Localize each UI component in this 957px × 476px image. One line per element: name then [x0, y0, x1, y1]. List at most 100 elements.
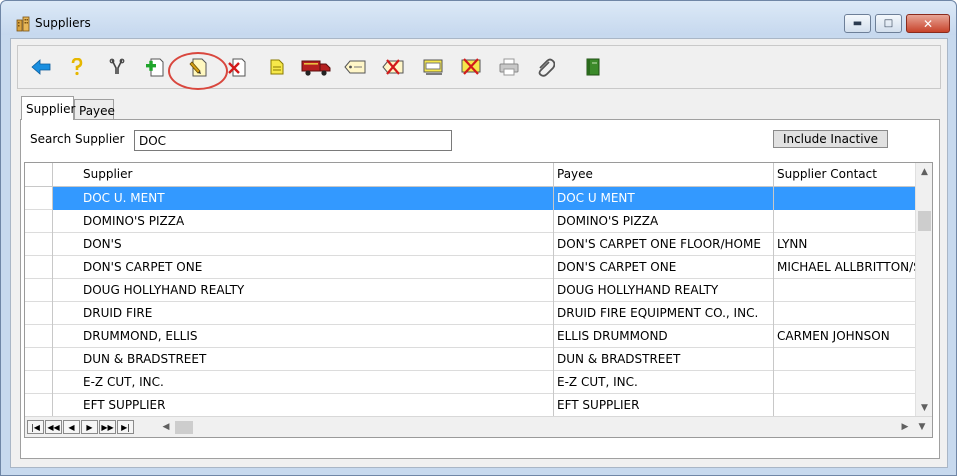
nav-next-page-button[interactable]: ▶▶ [99, 420, 116, 434]
row-indicator[interactable] [25, 279, 53, 302]
table-row[interactable]: DRUID FIRE DRUID FIRE EQUIPMENT CO., INC. [25, 302, 915, 325]
cell-payee[interactable]: DOMINO'S PIZZA [554, 210, 774, 233]
scroll-thumb[interactable] [918, 211, 931, 231]
back-button[interactable] [28, 54, 54, 80]
label-button[interactable] [420, 54, 446, 80]
scroll-down-small-icon[interactable]: ▼ [915, 420, 929, 434]
maximize-button[interactable]: □ [875, 14, 902, 33]
cell-payee[interactable]: DRUID FIRE EQUIPMENT CO., INC. [554, 302, 774, 325]
add-supplier-button[interactable] [142, 54, 168, 80]
row-indicator[interactable] [25, 371, 53, 394]
book-icon [586, 58, 600, 76]
delete-supplier-button[interactable] [224, 54, 250, 80]
row-indicator-header [25, 163, 53, 186]
attachment-button[interactable] [532, 54, 558, 80]
row-indicator[interactable] [25, 348, 53, 371]
cell-supplier[interactable]: DRUID FIRE [53, 302, 554, 325]
nav-next-button[interactable]: ▶ [81, 420, 98, 434]
help-button[interactable] [64, 54, 90, 80]
tag-icon [344, 60, 366, 74]
book-button[interactable] [580, 54, 606, 80]
nav-prev-button[interactable]: ◀ [63, 420, 80, 434]
cell-supplier-contact[interactable] [774, 348, 915, 371]
tag-button[interactable] [342, 54, 368, 80]
cell-supplier-contact[interactable] [774, 394, 915, 417]
tools-button[interactable] [104, 54, 130, 80]
nav-prev-page-button[interactable]: ◀◀ [45, 420, 62, 434]
cell-payee[interactable]: ELLIS DRUMMOND [554, 325, 774, 348]
cell-payee[interactable]: DON'S CARPET ONE FLOOR/HOME [554, 233, 774, 256]
cell-supplier[interactable]: DOC U. MENT [53, 187, 554, 210]
cell-supplier-contact[interactable]: CARMEN JOHNSON [774, 325, 915, 348]
row-indicator[interactable] [25, 187, 53, 210]
column-header-payee[interactable]: Payee [554, 163, 774, 186]
window-title: Suppliers [35, 16, 91, 30]
cell-supplier[interactable]: E-Z CUT, INC. [53, 371, 554, 394]
table-row[interactable]: DON'S CARPET ONE DON'S CARPET ONE MICHAEL … [25, 256, 915, 279]
table-row[interactable]: DRUMMOND, ELLIS ELLIS DRUMMOND CARMEN JOHN… [25, 325, 915, 348]
grid-rows: DOC U. MENT DOC U MENT DOMINO'S PIZZA DOMIN… [25, 187, 915, 417]
table-row[interactable]: DOC U. MENT DOC U MENT [25, 187, 915, 210]
table-row[interactable]: DOUG HOLLYHAND REALTY DOUG HOLLYHAND REAL… [25, 279, 915, 302]
table-row[interactable]: DUN & BRADSTREET DUN & BRADSTREET [25, 348, 915, 371]
cell-supplier[interactable]: DON'S CARPET ONE [53, 256, 554, 279]
column-header-supplier[interactable]: Supplier [53, 163, 554, 186]
cell-supplier[interactable]: DOUG HOLLYHAND REALTY [53, 279, 554, 302]
table-row[interactable]: EFT SUPPLIER EFT SUPPLIER [25, 394, 915, 417]
cell-supplier-contact[interactable]: MICHAEL ALLBRITTON/ST [774, 256, 915, 279]
row-indicator[interactable] [25, 394, 53, 417]
cell-payee[interactable]: EFT SUPPLIER [554, 394, 774, 417]
row-indicator[interactable] [25, 256, 53, 279]
truck-button[interactable] [300, 54, 332, 80]
print-button[interactable] [496, 54, 522, 80]
cell-supplier[interactable]: DRUMMOND, ELLIS [53, 325, 554, 348]
last-record-icon: ▶| [121, 422, 130, 432]
include-inactive-button[interactable]: Include Inactive [773, 130, 888, 148]
cell-supplier[interactable]: DOMINO'S PIZZA [53, 210, 554, 233]
column-header-supplier-contact[interactable]: Supplier Contact [774, 163, 915, 186]
close-icon: ✕ [922, 16, 934, 31]
cell-supplier[interactable]: DON'S [53, 233, 554, 256]
help-icon [71, 58, 83, 76]
cell-payee[interactable]: E-Z CUT, INC. [554, 371, 774, 394]
cell-payee[interactable]: DOUG HOLLYHAND REALTY [554, 279, 774, 302]
scroll-left-icon[interactable]: ◀ [159, 420, 173, 434]
nav-last-button[interactable]: ▶| [117, 420, 134, 434]
remove-label-button[interactable] [458, 54, 484, 80]
cell-supplier-contact[interactable] [774, 210, 915, 233]
close-button[interactable]: ✕ [906, 14, 950, 33]
cell-supplier-contact[interactable] [774, 279, 915, 302]
cell-supplier-contact[interactable]: LYNN [774, 233, 915, 256]
row-indicator[interactable] [25, 233, 53, 256]
note-button[interactable] [264, 54, 290, 80]
nav-first-button[interactable]: |◀ [27, 420, 44, 434]
tab-supplier[interactable]: Supplier [21, 96, 75, 120]
cell-supplier-contact[interactable] [774, 371, 915, 394]
cell-payee[interactable]: DOC U MENT [554, 187, 774, 210]
scroll-down-icon[interactable]: ▼ [916, 399, 932, 416]
scroll-right-icon[interactable]: ▶ [898, 420, 912, 434]
cell-payee[interactable]: DON'S CARPET ONE [554, 256, 774, 279]
cell-supplier[interactable]: EFT SUPPLIER [53, 394, 554, 417]
row-indicator[interactable] [25, 325, 53, 348]
table-row[interactable]: E-Z CUT, INC. E-Z CUT, INC. [25, 371, 915, 394]
table-row[interactable]: DOMINO'S PIZZA DOMINO'S PIZZA [25, 210, 915, 233]
vertical-scrollbar[interactable]: ▲ ▼ [915, 163, 932, 416]
table-row[interactable]: DON'S DON'S CARPET ONE FLOOR/HOME LYNN [25, 233, 915, 256]
scroll-up-icon[interactable]: ▲ [916, 163, 932, 180]
search-supplier-input[interactable] [134, 130, 452, 151]
remove-tag-button[interactable] [380, 54, 406, 80]
row-indicator[interactable] [25, 302, 53, 325]
horizontal-scroll-thumb[interactable] [175, 421, 193, 434]
row-indicator[interactable] [25, 210, 53, 233]
cell-supplier-contact[interactable] [774, 187, 915, 210]
minimize-button[interactable]: ▬ [844, 14, 871, 33]
cell-supplier[interactable]: DUN & BRADSTREET [53, 348, 554, 371]
next-record-icon: ▶ [86, 422, 93, 432]
suppliers-grid: Supplier Payee Supplier Contact DOC U. M… [24, 162, 933, 438]
maximize-icon: □ [883, 18, 894, 29]
tab-payee[interactable]: Payee [74, 99, 115, 121]
supplier-tab-panel: Search Supplier Include Inactive Supplie… [20, 119, 940, 459]
cell-payee[interactable]: DUN & BRADSTREET [554, 348, 774, 371]
cell-supplier-contact[interactable] [774, 302, 915, 325]
